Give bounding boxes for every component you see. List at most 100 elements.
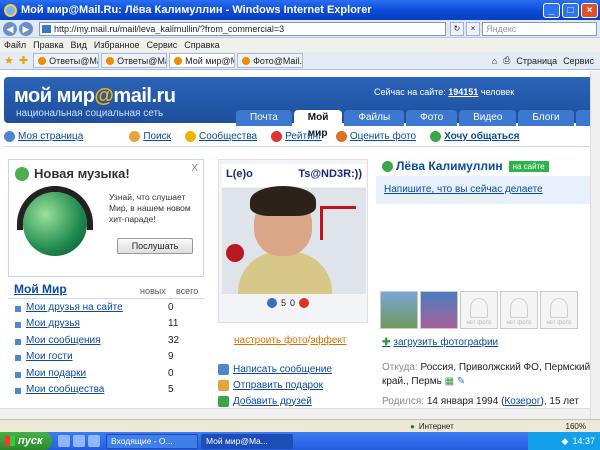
subnav-communities[interactable]: Сообщества	[185, 131, 257, 142]
maximize-button[interactable]: □	[562, 2, 579, 18]
photo-links: настроить фото/эффект	[234, 335, 347, 346]
photo-thumbnails: нет фото нет фото нет фото	[380, 291, 578, 329]
my-guests-link[interactable]: Мои гости	[8, 351, 164, 362]
browser-tab-3[interactable]: Мой мир@Ma...	[169, 53, 236, 68]
tab-blogs[interactable]: Блоги	[518, 110, 574, 126]
menu-favorites[interactable]: Избранное	[94, 40, 140, 50]
profile-photo-card: L(e)o Ts@ND3R:)) 5 0	[218, 159, 368, 323]
my-gifts-link[interactable]: Мои подарки	[8, 368, 164, 379]
friend-thumb-5[interactable]: нет фото	[540, 291, 578, 329]
my-communities-link[interactable]: Мои сообщества	[8, 384, 164, 395]
subnav-want-to-chat[interactable]: Хочу общаться	[430, 131, 519, 142]
tab-my-world[interactable]: Мой мир	[293, 110, 343, 139]
subnav-label: Оценить фото	[349, 131, 417, 142]
gift-icon	[218, 379, 229, 391]
add-favorite-icon[interactable]: ✚	[19, 54, 28, 67]
vertical-scrollbar[interactable]	[590, 71, 600, 419]
refresh-icon[interactable]: ↻	[450, 21, 464, 36]
subnav-rating[interactable]: Рейтинг	[271, 131, 322, 142]
favorites-star-icon[interactable]: ★	[4, 54, 14, 67]
page-menu[interactable]: Страница	[516, 56, 557, 66]
tray-icon[interactable]: ◆	[562, 436, 569, 447]
tab-favicon-icon	[242, 56, 251, 65]
menu-help[interactable]: Справка	[184, 40, 219, 50]
tab-video[interactable]: Видео	[459, 110, 517, 126]
send-gift-link[interactable]: Отправить подарок	[218, 377, 332, 393]
search-input[interactable]: Яндекс	[482, 21, 597, 36]
list-item: Мои гости 9	[8, 349, 204, 366]
list-value: 0	[168, 367, 174, 379]
subnav-rate-photo[interactable]: Оценить фото	[335, 131, 417, 142]
menu-file[interactable]: Файл	[4, 40, 26, 50]
browser-tab-4[interactable]: Фото@Mail.Ru:...	[237, 53, 304, 68]
close-window-button[interactable]: ×	[581, 2, 598, 18]
browser-tab-1[interactable]: Ответы@Mail.R...	[33, 53, 100, 68]
list-item: Мои сообщества 5	[8, 382, 204, 399]
add-friends-link[interactable]: Добавить друзей	[218, 393, 332, 408]
quick-launch-desktop-icon[interactable]	[73, 435, 85, 447]
photo-red-logo	[320, 206, 356, 240]
tab-favicon-icon	[38, 56, 47, 65]
taskbar-item-inbox[interactable]: Входящие - О...	[106, 433, 198, 449]
browser-tab-bar: ★ ✚ Ответы@Mail.R... Ответы@Mail.R... Мо…	[0, 52, 600, 70]
tab-files[interactable]: Файлы	[344, 110, 405, 126]
home-icon[interactable]: ⌂	[492, 56, 497, 66]
horizontal-scrollbar[interactable]	[0, 408, 590, 419]
tab-favicon-icon	[174, 56, 183, 65]
photo-shirt	[238, 252, 332, 294]
friend-thumb-3[interactable]: нет фото	[460, 291, 498, 329]
profile-photo[interactable]: L(e)o Ts@ND3R:))	[222, 164, 366, 294]
friend-thumb-2[interactable]	[420, 291, 458, 329]
menu-view[interactable]: Вид	[71, 40, 87, 50]
tab-tools: ⌂ ⎙ Страница Сервис	[492, 55, 600, 66]
status-prompt[interactable]: Напишите, что вы сейчас делаете	[376, 176, 592, 204]
close-promo-icon[interactable]: X	[191, 163, 198, 174]
taskbar-item-myworld[interactable]: Мой мир@Ma...	[201, 433, 293, 449]
back-icon[interactable]: ◀	[3, 21, 17, 36]
browser-tab-2[interactable]: Ответы@Mail.R...	[101, 53, 168, 68]
quick-launch-ie-icon[interactable]	[58, 435, 70, 447]
tools-menu[interactable]: Сервис	[563, 56, 594, 66]
site-logo[interactable]: мой мир@mail.ru	[14, 85, 176, 108]
action-label: Написать сообщение	[233, 363, 333, 375]
tab-photo[interactable]: Фото	[406, 110, 458, 126]
no-photo-icon	[550, 298, 568, 318]
forward-icon[interactable]: ▶	[19, 21, 33, 36]
address-field[interactable]: http://my.mail.ru/mail/leva_kalimullin/?…	[39, 21, 446, 36]
browser-tab-label: Мой мир@Ma...	[185, 55, 234, 66]
my-messages-link[interactable]: Мои сообщения	[8, 335, 164, 346]
communities-icon	[185, 131, 197, 142]
write-message-link[interactable]: Написать сообщение	[218, 361, 332, 377]
friend-thumb-1[interactable]	[380, 291, 418, 329]
configure-photo-link[interactable]: настроить фото	[234, 335, 308, 346]
start-button[interactable]: пуск	[0, 432, 52, 450]
map-icon[interactable]: ▦	[445, 376, 454, 387]
my-friends-online-link[interactable]: Мои друзья на сайте	[8, 302, 164, 313]
photo-stats: 5 0	[267, 298, 310, 308]
print-icon[interactable]: ⎙	[503, 55, 510, 66]
zoom-level[interactable]: 160%	[566, 422, 586, 431]
upload-photos-link[interactable]: ✚ загрузить фотографии	[382, 337, 498, 348]
online-suffix: человек	[480, 87, 515, 97]
minimize-button[interactable]: _	[543, 2, 560, 18]
my-world-title[interactable]: Мой Мир	[8, 282, 140, 296]
menu-tools[interactable]: Сервис	[146, 40, 177, 50]
profile-info: Откуда: Россия, Приволжский ФО, Пермский…	[382, 361, 596, 408]
quick-launch-media-icon[interactable]	[88, 435, 100, 447]
subnav-search[interactable]: Поиск	[129, 131, 171, 142]
tab-mail[interactable]: Почта	[236, 110, 292, 126]
effect-link[interactable]: эффект	[310, 335, 346, 346]
listen-button[interactable]: Послушать	[117, 238, 193, 254]
zodiac-link[interactable]: Козерог	[504, 396, 540, 407]
menu-edit[interactable]: Правка	[33, 40, 63, 50]
my-friends-link[interactable]: Мои друзья	[8, 318, 164, 329]
menu-bar: Файл Правка Вид Избранное Сервис Справка	[0, 38, 600, 52]
friend-thumb-4[interactable]: нет фото	[500, 291, 538, 329]
photo-text-right: Ts@ND3R:))	[298, 168, 362, 180]
clock: 14:37	[572, 436, 595, 446]
subnav-my-page[interactable]: Моя страница	[4, 131, 83, 142]
online-count[interactable]: 194151	[448, 87, 478, 97]
address-row: ◀ ▶ http://my.mail.ru/mail/leva_kalimull…	[0, 20, 600, 38]
stop-icon[interactable]: ×	[466, 21, 480, 36]
edit-pencil-icon[interactable]: ✎	[457, 376, 465, 387]
